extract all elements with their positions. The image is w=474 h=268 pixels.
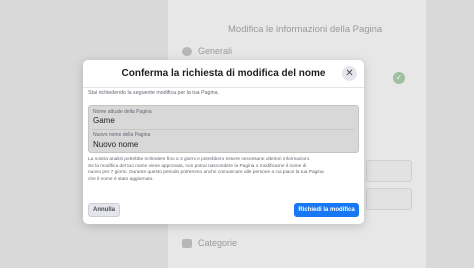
close-icon[interactable]: ✕ (342, 66, 357, 81)
info-line: che il nome è stato aggiornato. (88, 176, 154, 182)
cancel-button[interactable]: Annulla (88, 203, 120, 217)
current-name-label: Nome attuale della Pagina (93, 109, 152, 115)
info-line: nuovo per 7 giorni. Durante questo perio… (88, 170, 324, 175)
dialog-intro-text: Stai richiedendo la seguente modifica pe… (88, 90, 220, 96)
request-change-button[interactable]: Richiedi la modifica (294, 203, 359, 217)
name-change-summary: Nome attuale della Pagina Game Nuovo nom… (88, 105, 359, 153)
current-name-value: Game (93, 116, 115, 125)
dialog-header: Conferma la richiesta di modifica del no… (83, 60, 364, 88)
dialog-title: Conferma la richiesta di modifica del no… (121, 68, 326, 79)
name-divider (92, 129, 355, 130)
dialog-footer: Annulla Richiedi la modifica (83, 199, 364, 224)
dialog-info-text: La nostra analisi potrebbe richiedere fi… (88, 157, 360, 183)
new-name-value: Nuovo nome (93, 140, 139, 149)
confirm-name-change-dialog: Conferma la richiesta di modifica del no… (83, 60, 364, 224)
new-name-label: Nuovo nome della Pagina (93, 132, 151, 138)
